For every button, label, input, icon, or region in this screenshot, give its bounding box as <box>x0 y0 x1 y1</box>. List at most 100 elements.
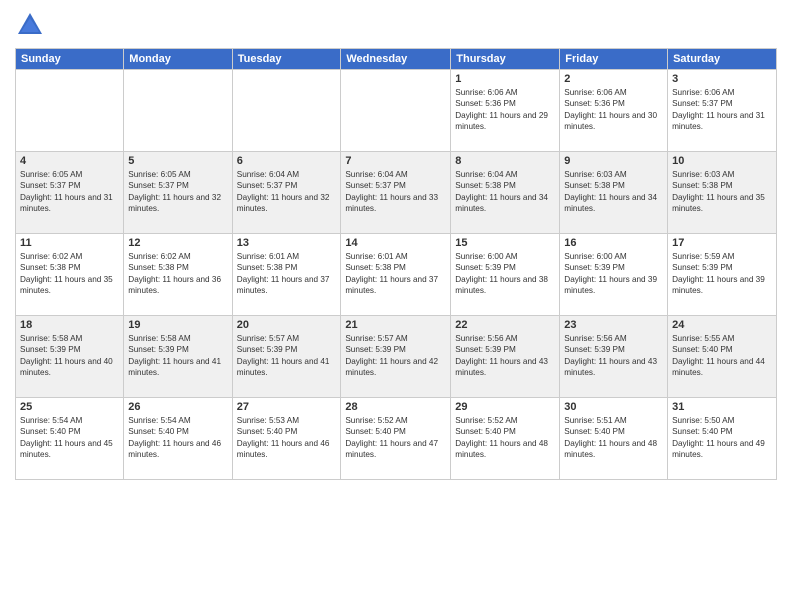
day-number: 16 <box>564 237 663 249</box>
calendar-cell: 11Sunrise: 6:02 AM Sunset: 5:38 PM Dayli… <box>16 234 124 316</box>
day-number: 1 <box>455 73 555 85</box>
calendar-cell: 13 Sunrise: 6:01 AM Sunset: 5:38 PM Dayli… <box>232 234 341 316</box>
day-number: 10 <box>672 155 772 167</box>
calendar: SundayMondayTuesdayWednesdayThursdayFrid… <box>15 48 777 480</box>
logo-icon <box>15 10 45 40</box>
weekday-header-monday: Monday <box>124 49 232 70</box>
day-info: Sunrise: 6:03 AM Sunset: 5:38 PM Dayligh… <box>672 169 772 215</box>
day-info: Sunrise: 6:06 AM Sunset: 5:37 PM Dayligh… <box>672 87 772 133</box>
day-number: 18 <box>20 319 119 331</box>
calendar-cell: 29Sunrise: 5:52 AM Sunset: 5:40 PM Dayli… <box>451 398 560 480</box>
header <box>15 10 777 40</box>
day-info: Sunrise: 6:05 AM Sunset: 5:37 PM Dayligh… <box>128 169 227 215</box>
day-info: Sunrise: 5:58 AM Sunset: 5:39 PM Dayligh… <box>20 333 119 379</box>
calendar-cell: 22 Sunrise: 5:56 AM Sunset: 5:39 PM Dayli… <box>451 316 560 398</box>
day-info: Sunrise: 6:06 AM Sunset: 5:36 PM Dayligh… <box>564 87 663 133</box>
week-row-1: 1 Sunrise: 6:06 AM Sunset: 5:36 PM Daylig… <box>16 70 777 152</box>
day-info: Sunrise: 6:00 AM Sunset: 5:39 PM Dayligh… <box>564 251 663 297</box>
day-number: 26 <box>128 401 227 413</box>
calendar-cell <box>16 70 124 152</box>
day-info: Sunrise: 6:01 AM Sunset: 5:38 PM Dayligh… <box>237 251 337 297</box>
day-info: Sunrise: 5:58 AM Sunset: 5:39 PM Dayligh… <box>128 333 227 379</box>
day-number: 3 <box>672 73 772 85</box>
calendar-cell: 5 Sunrise: 6:05 AM Sunset: 5:37 PM Daylig… <box>124 152 232 234</box>
day-number: 19 <box>128 319 227 331</box>
day-number: 4 <box>20 155 119 167</box>
calendar-cell: 15 Sunrise: 6:00 AM Sunset: 5:39 PM Dayli… <box>451 234 560 316</box>
calendar-cell: 16 Sunrise: 6:00 AM Sunset: 5:39 PM Dayli… <box>560 234 668 316</box>
day-info: Sunrise: 6:05 AM Sunset: 5:37 PM Dayligh… <box>20 169 119 215</box>
day-number: 9 <box>564 155 663 167</box>
weekday-header-saturday: Saturday <box>668 49 777 70</box>
day-number: 31 <box>672 401 772 413</box>
week-row-4: 18 Sunrise: 5:58 AM Sunset: 5:39 PM Dayli… <box>16 316 777 398</box>
day-number: 13 <box>237 237 337 249</box>
day-info: Sunrise: 6:04 AM Sunset: 5:37 PM Dayligh… <box>345 169 446 215</box>
day-number: 28 <box>345 401 446 413</box>
day-info: Sunrise: 6:00 AM Sunset: 5:39 PM Dayligh… <box>455 251 555 297</box>
day-info: Sunrise: 5:55 AM Sunset: 5:40 PM Dayligh… <box>672 333 772 379</box>
day-info: Sunrise: 5:54 AM Sunset: 5:40 PM Dayligh… <box>128 415 227 461</box>
day-number: 22 <box>455 319 555 331</box>
day-info: Sunrise: 6:04 AM Sunset: 5:37 PM Dayligh… <box>237 169 337 215</box>
calendar-cell: 24Sunrise: 5:55 AM Sunset: 5:40 PM Dayli… <box>668 316 777 398</box>
day-info: Sunrise: 5:57 AM Sunset: 5:39 PM Dayligh… <box>345 333 446 379</box>
day-info: Sunrise: 5:59 AM Sunset: 5:39 PM Dayligh… <box>672 251 772 297</box>
calendar-cell: 31 Sunrise: 5:50 AM Sunset: 5:40 PM Dayli… <box>668 398 777 480</box>
calendar-cell: 23 Sunrise: 5:56 AM Sunset: 5:39 PM Dayli… <box>560 316 668 398</box>
calendar-cell: 18 Sunrise: 5:58 AM Sunset: 5:39 PM Dayli… <box>16 316 124 398</box>
calendar-cell: 26 Sunrise: 5:54 AM Sunset: 5:40 PM Dayli… <box>124 398 232 480</box>
calendar-cell: 2Sunrise: 6:06 AM Sunset: 5:36 PM Daylig… <box>560 70 668 152</box>
day-info: Sunrise: 6:03 AM Sunset: 5:38 PM Dayligh… <box>564 169 663 215</box>
day-number: 12 <box>128 237 227 249</box>
day-number: 11 <box>20 237 119 249</box>
day-info: Sunrise: 6:04 AM Sunset: 5:38 PM Dayligh… <box>455 169 555 215</box>
calendar-cell: 8 Sunrise: 6:04 AM Sunset: 5:38 PM Daylig… <box>451 152 560 234</box>
day-number: 23 <box>564 319 663 331</box>
calendar-cell: 27 Sunrise: 5:53 AM Sunset: 5:40 PM Dayli… <box>232 398 341 480</box>
week-row-2: 4 Sunrise: 6:05 AM Sunset: 5:37 PM Daylig… <box>16 152 777 234</box>
calendar-cell: 14Sunrise: 6:01 AM Sunset: 5:38 PM Dayli… <box>341 234 451 316</box>
day-info: Sunrise: 6:06 AM Sunset: 5:36 PM Dayligh… <box>455 87 555 133</box>
day-info: Sunrise: 5:56 AM Sunset: 5:39 PM Dayligh… <box>564 333 663 379</box>
day-number: 6 <box>237 155 337 167</box>
day-number: 15 <box>455 237 555 249</box>
calendar-cell: 21 Sunrise: 5:57 AM Sunset: 5:39 PM Dayli… <box>341 316 451 398</box>
calendar-cell: 19 Sunrise: 5:58 AM Sunset: 5:39 PM Dayli… <box>124 316 232 398</box>
day-info: Sunrise: 5:50 AM Sunset: 5:40 PM Dayligh… <box>672 415 772 461</box>
weekday-header-row: SundayMondayTuesdayWednesdayThursdayFrid… <box>16 49 777 70</box>
weekday-header-thursday: Thursday <box>451 49 560 70</box>
weekday-header-friday: Friday <box>560 49 668 70</box>
weekday-header-wednesday: Wednesday <box>341 49 451 70</box>
calendar-cell: 30Sunrise: 5:51 AM Sunset: 5:40 PM Dayli… <box>560 398 668 480</box>
calendar-cell: 3 Sunrise: 6:06 AM Sunset: 5:37 PM Daylig… <box>668 70 777 152</box>
week-row-3: 11 Sunrise: 6:02 AM Sunset: 5:38 PM Dayli… <box>16 234 777 316</box>
weekday-header-sunday: Sunday <box>16 49 124 70</box>
weekday-header-tuesday: Tuesday <box>232 49 341 70</box>
day-number: 30 <box>564 401 663 413</box>
day-info: Sunrise: 5:56 AM Sunset: 5:39 PM Dayligh… <box>455 333 555 379</box>
day-number: 5 <box>128 155 227 167</box>
calendar-cell: 6 Sunrise: 6:04 AM Sunset: 5:37 PM Daylig… <box>232 152 341 234</box>
day-number: 8 <box>455 155 555 167</box>
calendar-cell: 7Sunrise: 6:04 AM Sunset: 5:37 PM Daylig… <box>341 152 451 234</box>
day-info: Sunrise: 5:53 AM Sunset: 5:40 PM Dayligh… <box>237 415 337 461</box>
day-number: 25 <box>20 401 119 413</box>
calendar-cell <box>232 70 341 152</box>
calendar-cell: 20 Sunrise: 5:57 AM Sunset: 5:39 PM Dayli… <box>232 316 341 398</box>
calendar-cell: 9 Sunrise: 6:03 AM Sunset: 5:38 PM Daylig… <box>560 152 668 234</box>
calendar-cell: 28Sunrise: 5:52 AM Sunset: 5:40 PM Dayli… <box>341 398 451 480</box>
calendar-cell <box>124 70 232 152</box>
day-number: 17 <box>672 237 772 249</box>
day-number: 27 <box>237 401 337 413</box>
calendar-cell: 1 Sunrise: 6:06 AM Sunset: 5:36 PM Daylig… <box>451 70 560 152</box>
day-info: Sunrise: 5:52 AM Sunset: 5:40 PM Dayligh… <box>455 415 555 461</box>
calendar-cell: 4 Sunrise: 6:05 AM Sunset: 5:37 PM Daylig… <box>16 152 124 234</box>
day-number: 21 <box>345 319 446 331</box>
calendar-cell <box>341 70 451 152</box>
day-number: 20 <box>237 319 337 331</box>
logo <box>15 10 47 40</box>
day-info: Sunrise: 6:02 AM Sunset: 5:38 PM Dayligh… <box>128 251 227 297</box>
day-info: Sunrise: 5:57 AM Sunset: 5:39 PM Dayligh… <box>237 333 337 379</box>
page: SundayMondayTuesdayWednesdayThursdayFrid… <box>0 0 792 612</box>
